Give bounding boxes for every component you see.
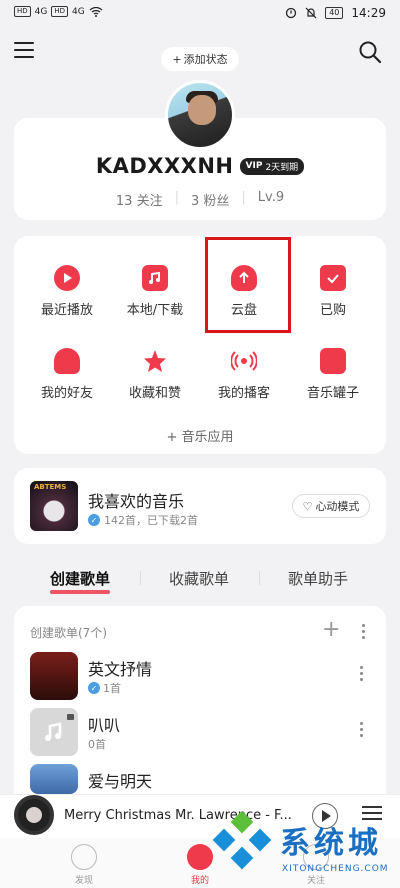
star-icon (142, 348, 168, 374)
search-icon[interactable] (358, 40, 382, 64)
discover-icon (71, 844, 97, 870)
more-icon[interactable] (362, 624, 366, 642)
purchased-bag-icon (320, 265, 346, 291)
vibrate-icon (286, 7, 297, 19)
tab-assistant[interactable]: 歌单助手 (288, 568, 348, 589)
music-jar-icon (320, 348, 346, 374)
profile-name-row: KADXXXNH VIP 2天到期 (0, 154, 400, 178)
sim1-badge: HD (14, 6, 31, 17)
grid-item-music-jar[interactable]: 音乐罐子 (288, 348, 378, 401)
level-badge[interactable]: Lv.9 (258, 190, 284, 209)
favorite-cover: ABTEMS (30, 481, 78, 531)
wifi-icon (89, 6, 103, 17)
playlist-cover (30, 652, 78, 700)
playlist-name: 英文抒情 (88, 660, 153, 679)
grid-item-podcast[interactable]: 我的播客 (199, 348, 289, 401)
check-icon: ✓ (88, 682, 100, 694)
divider: | (241, 190, 246, 205)
now-playing-disc[interactable] (14, 795, 54, 835)
music-note-icon (45, 714, 74, 741)
playlist-name: 爱与明天 (88, 772, 153, 791)
playlist-row[interactable]: 叭叭 0首 (30, 708, 370, 758)
plus-icon: + (172, 52, 182, 66)
play-icon (54, 265, 80, 291)
favorite-subtitle: ✓ 142首，已下载2首 (88, 512, 198, 528)
playlist-count: ✓ 1首 (88, 680, 121, 696)
playlist-cover (30, 708, 78, 756)
divider (140, 571, 141, 585)
nav-discover[interactable]: 发现 (54, 844, 114, 886)
grid-item-recent[interactable]: 最近播放 (22, 265, 112, 318)
broadcast-icon (230, 348, 258, 374)
favorite-title: 我喜欢的音乐 (88, 492, 185, 511)
more-icon[interactable] (360, 722, 364, 740)
playlist-row[interactable]: 英文抒情 ✓ 1首 (30, 652, 370, 702)
watermark-sub: XITONGCHENG.COM (282, 864, 389, 874)
status-right: 40 14:29 (285, 6, 386, 20)
network2-label: 4G (72, 6, 85, 17)
sim2-badge: HD (51, 6, 69, 17)
heart-mode-button[interactable]: ♡ 心动模式 (292, 494, 370, 518)
playlist-name: 叭叭 (88, 716, 121, 735)
heart-icon: ♡ (302, 499, 313, 513)
check-icon: ✓ (88, 514, 100, 526)
vip-badge[interactable]: VIP 2天到期 (239, 157, 305, 175)
avatar[interactable] (165, 80, 235, 150)
divider (259, 571, 260, 585)
grid-item-friends[interactable]: 我的好友 (22, 348, 112, 401)
divider: | (174, 190, 179, 205)
profile-stats: 13 关注 | 3 粉丝 | Lv.9 (0, 190, 400, 209)
friends-icon (54, 348, 80, 374)
watermark-text: 系统城 (280, 826, 382, 861)
clock: 14:29 (351, 6, 386, 20)
music-apps-button[interactable]: + 音乐应用 (0, 426, 400, 445)
playlist-tabs: 创建歌单 收藏歌单 歌单助手 (0, 568, 400, 594)
fans-count[interactable]: 3 粉丝 (191, 190, 229, 209)
network1-label: 4G (34, 6, 48, 17)
playlist-section-header: 创建歌单(7个) (30, 626, 107, 640)
playlist-count: 0首 (88, 738, 106, 751)
grid-item-purchased[interactable]: 已购 (288, 265, 378, 318)
cover-text: ABTEMS (34, 483, 67, 491)
grid-item-favorites[interactable]: 收藏和赞 (110, 348, 200, 401)
tab-created[interactable]: 创建歌单 (50, 568, 111, 594)
watermark-logo-icon (212, 812, 272, 870)
mute-bell-icon (305, 7, 317, 19)
add-playlist-button[interactable]: + (322, 617, 340, 642)
status-left: HD 4G HD 4G (14, 6, 103, 17)
status-bar: HD 4G HD 4G 40 14:29 (0, 0, 400, 28)
menu-icon[interactable] (14, 42, 34, 60)
highlight-box (205, 237, 291, 333)
more-icon[interactable] (360, 666, 364, 684)
add-status-button[interactable]: + 添加状态 (161, 47, 239, 71)
tab-collected[interactable]: 收藏歌单 (169, 568, 229, 589)
grid-item-local[interactable]: 本地/下载 (110, 265, 200, 318)
battery-indicator: 40 (325, 7, 344, 19)
follow-count[interactable]: 13 关注 (116, 190, 163, 209)
username[interactable]: KADXXXNH (96, 154, 234, 178)
plus-icon: + (166, 430, 182, 445)
local-music-icon (142, 265, 168, 291)
playlist-cover (30, 764, 78, 794)
